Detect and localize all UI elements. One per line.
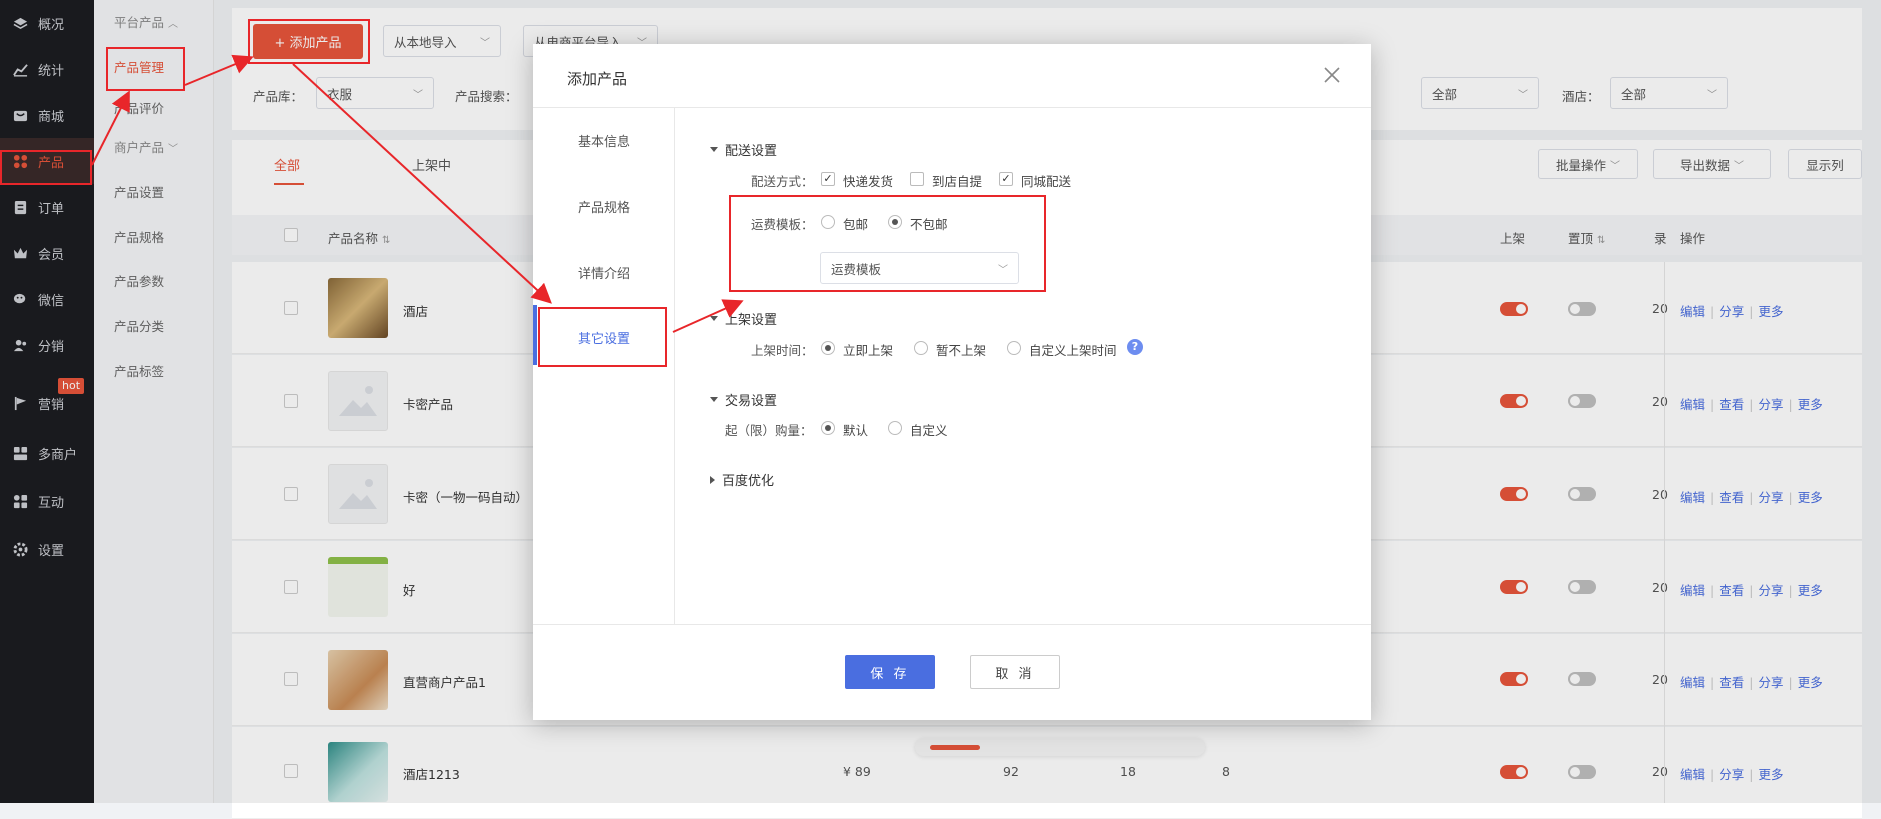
annotation-arrows [91, 54, 744, 333]
